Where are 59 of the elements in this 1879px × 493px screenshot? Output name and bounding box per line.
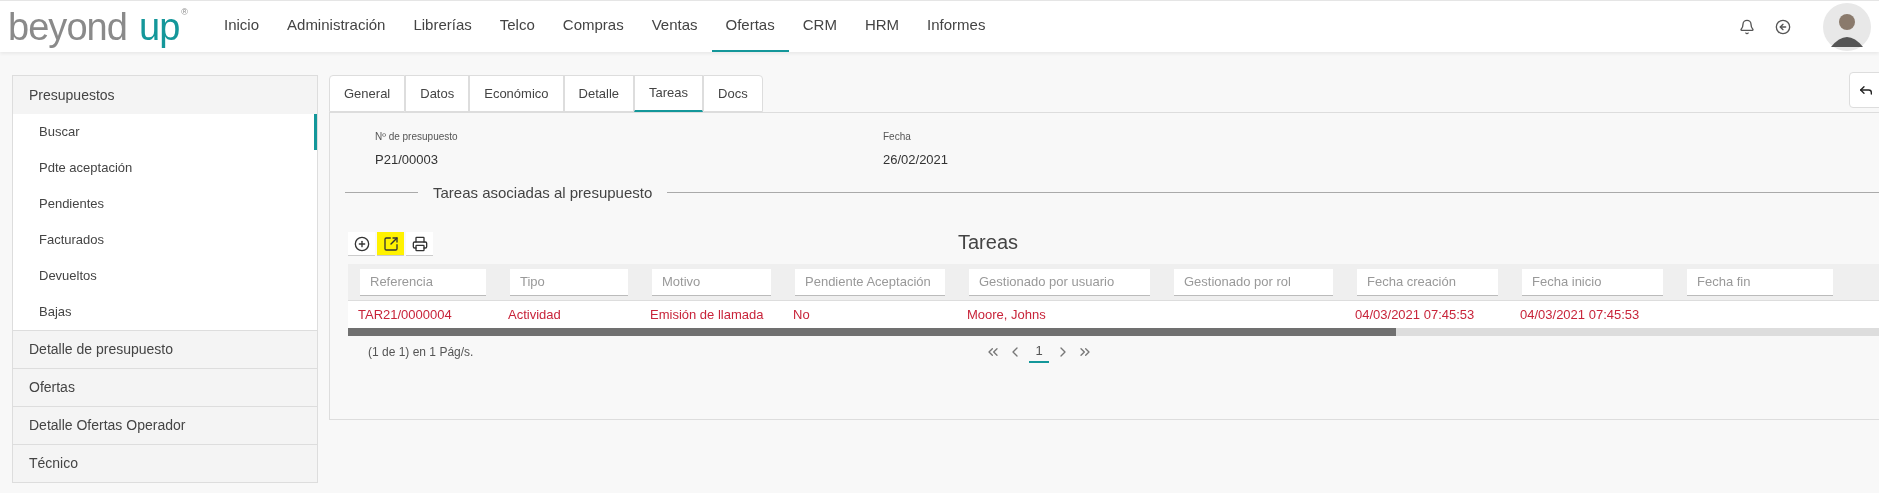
column-filter-field[interactable]: Pendiente Aceptación: [795, 268, 945, 296]
sidebar-item[interactable]: Pendientes: [13, 186, 317, 222]
table-cell-text: No: [792, 305, 811, 324]
horizontal-scrollbar[interactable]: [348, 328, 1879, 336]
nav-item[interactable]: Ofertas: [711, 1, 789, 52]
print-icon: [411, 235, 428, 252]
pagination-summary: (1 de 1) en 1 Pág/s.: [368, 344, 474, 361]
section-title: Tareas asociadas al presupuesto: [432, 182, 654, 203]
table-cell-text: Emisión de llamada: [649, 305, 765, 324]
nav-item[interactable]: Compras: [548, 1, 638, 52]
column-filter-field[interactable]: Fecha inicio: [1522, 268, 1663, 296]
table-cell-text: 04/03/2021 07:45:53: [1519, 305, 1641, 324]
page-button[interactable]: 1: [1029, 341, 1049, 363]
field-value: P21/00003: [375, 151, 439, 169]
nav-item[interactable]: Informes: [913, 1, 1000, 52]
column-filter-field[interactable]: Tipo: [510, 268, 628, 296]
avatar[interactable]: [1823, 2, 1871, 51]
field-label: Fecha: [883, 130, 912, 144]
scrollbar-thumb[interactable]: [348, 328, 1396, 336]
tab[interactable]: Docs: [703, 75, 763, 112]
nav-item[interactable]: CRM: [788, 1, 851, 52]
add-icon: [353, 235, 370, 252]
nav-item[interactable]: Telco: [485, 1, 549, 52]
logo[interactable]: beyond up®: [0, 7, 210, 46]
notification-icon[interactable]: [1739, 18, 1755, 35]
nav-item[interactable]: Inicio: [210, 1, 274, 52]
tab[interactable]: Datos: [405, 75, 470, 112]
tab[interactable]: Económico: [469, 75, 564, 112]
tab[interactable]: Tareas: [634, 75, 704, 112]
back-button[interactable]: [1849, 72, 1879, 108]
table-cell-text: Moore, Johns: [966, 305, 1047, 324]
nav-item[interactable]: Librerías: [399, 1, 486, 52]
nav-item[interactable]: Administración: [273, 1, 400, 52]
nav-item[interactable]: HRM: [850, 1, 914, 52]
column-filter-field[interactable]: Fecha fin: [1687, 268, 1833, 296]
table-cell-text: Actividad: [507, 305, 562, 324]
table-cell-text: 04/03/2021 07:45:53: [1354, 305, 1476, 324]
column-filter-field[interactable]: Gestionado por usuario: [969, 268, 1150, 296]
column-filter-field[interactable]: Referencia: [360, 268, 486, 296]
external-link-icon: [382, 235, 399, 252]
tab[interactable]: Detalle: [563, 75, 634, 112]
column-filter-field[interactable]: Fecha creación: [1357, 268, 1498, 296]
toolbar-button[interactable]: [348, 232, 375, 256]
table-title: Tareas: [958, 232, 1019, 252]
sidebar-item[interactable]: Bajas: [13, 294, 317, 330]
field-label: Nº de presupuesto: [375, 130, 459, 144]
sidebar-item[interactable]: Buscar: [13, 114, 317, 150]
column-filter-field[interactable]: Motivo: [652, 268, 771, 296]
column-filter-field[interactable]: Gestionado por rol: [1174, 268, 1333, 296]
field-value: 26/02/2021: [883, 151, 949, 169]
sidebar-item[interactable]: Devueltos: [13, 258, 317, 294]
sidebar-item[interactable]: Facturados: [13, 222, 317, 258]
nav-item[interactable]: Ventas: [637, 1, 712, 52]
logout-icon[interactable]: [1775, 18, 1791, 35]
sidebar-item[interactable]: Pdte aceptación: [13, 150, 317, 186]
toolbar-button[interactable]: [406, 232, 433, 256]
tab[interactable]: General: [329, 75, 406, 112]
toolbar-button[interactable]: [377, 232, 404, 256]
table-cell-text: TAR21/0000004: [357, 305, 453, 324]
